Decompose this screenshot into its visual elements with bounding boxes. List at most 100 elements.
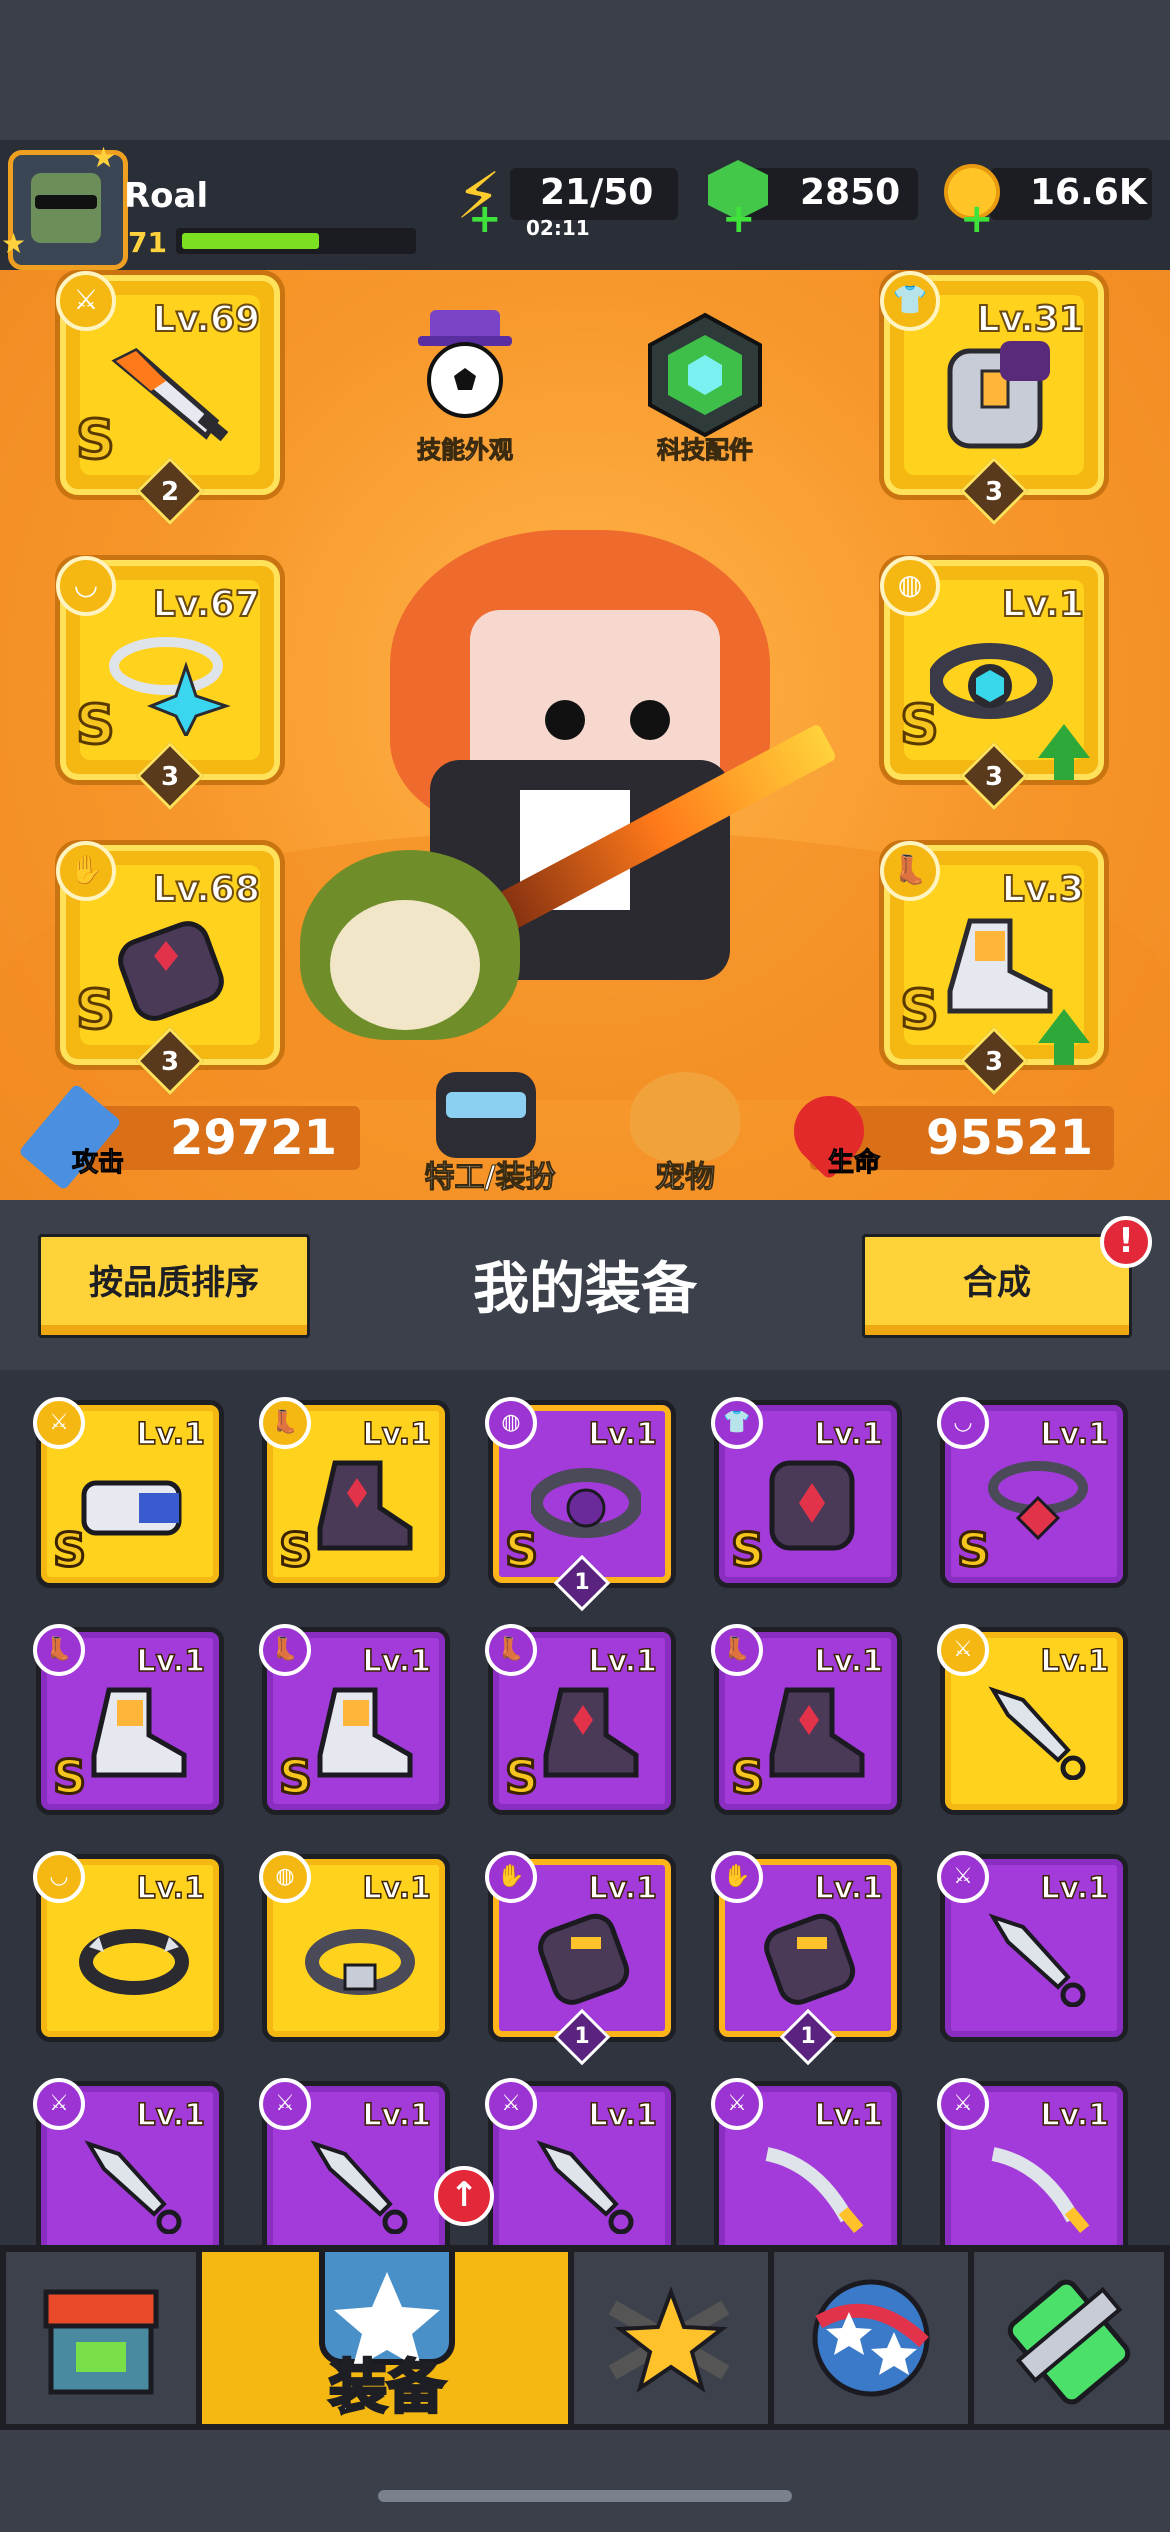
hp-label: 生命 <box>827 1148 881 1179</box>
item-art <box>305 1929 415 1995</box>
inventory-item[interactable]: 👢 Lv.1 S <box>33 1624 224 1815</box>
inventory-item[interactable]: ⚔ Lv.1 <box>711 2078 902 2245</box>
necklace-icon: ◡ <box>33 1851 85 1903</box>
item-count: 1 <box>800 2024 816 2049</box>
slot-count: 3 <box>984 762 1004 792</box>
inventory-item[interactable]: 👕 Lv.1 S <box>711 1397 902 1588</box>
tech-parts-label: 科技配件 <box>657 436 754 465</box>
item-art <box>317 1460 413 1551</box>
nav-tab-skills[interactable] <box>774 2252 968 2424</box>
pet-label[interactable]: 宠物 <box>630 1152 740 1196</box>
inventory-item[interactable]: ✋ Lv.1 1 <box>485 1851 676 2066</box>
boot-icon: 👢 <box>259 1397 311 1449</box>
necklace-icon: ◡ <box>937 1397 989 1449</box>
item-art <box>988 1913 1086 2007</box>
glove-icon: ✋ <box>56 841 116 901</box>
item-level: Lv.1 <box>136 1643 206 1680</box>
necklace-icon: ◡ <box>56 556 116 616</box>
nav-tab-battle[interactable] <box>574 2252 768 2424</box>
item-grade: S <box>277 1522 313 1579</box>
inventory-item[interactable]: ⚔ Lv.1 <box>937 1851 1128 2042</box>
skill-skin-button[interactable] <box>410 310 520 420</box>
boot-icon: 👢 <box>33 1624 85 1676</box>
equip-slot-necklace[interactable]: ◡ Lv.67 S 3 <box>56 556 280 810</box>
inventory-item[interactable]: 👢 Lv.1 S <box>485 1624 676 1815</box>
item-art <box>988 1686 1086 1780</box>
shirt-icon: 👕 <box>880 271 940 331</box>
item-count: 1 <box>574 2024 590 2049</box>
inventory-item[interactable]: ◍ Lv.1 <box>259 1851 450 2042</box>
item-grade: S <box>277 1749 313 1806</box>
item-grade: S <box>729 1749 765 1806</box>
inventory-item[interactable]: ◡ Lv.1 <box>33 1851 224 2042</box>
shirt-icon: 👕 <box>711 1397 763 1449</box>
status-bar <box>0 0 1170 140</box>
item-art <box>310 2140 408 2234</box>
slot-grade: S <box>899 977 941 1043</box>
item-grade: S <box>729 1522 765 1579</box>
inventory-item[interactable]: 👢 Lv.1 S <box>711 1624 902 1815</box>
star-icon: ★ <box>1 227 27 260</box>
nav-active-label: 装备 <box>327 2352 446 2423</box>
item-art <box>769 1687 865 1778</box>
equip-slot-armor[interactable]: 👕 Lv.31 3 <box>880 271 1104 525</box>
item-grade: S <box>51 1522 87 1579</box>
item-level: Lv.1 <box>1040 1416 1110 1453</box>
equip-slot-weapon[interactable]: ⚔ Lv.69 S 2 <box>56 271 280 525</box>
kunai-icon: ⚔ <box>937 1851 989 1903</box>
inventory-item[interactable]: ◡ Lv.1 S <box>937 1397 1128 1588</box>
item-level: Lv.1 <box>588 1643 658 1680</box>
inventory-item[interactable]: 👢 Lv.1 S <box>259 1624 450 1815</box>
slot-grade: S <box>75 692 117 758</box>
item-level: Lv.1 <box>136 2097 206 2134</box>
inventory-item[interactable]: ⚔ Lv.1 S <box>33 1397 224 1588</box>
home-indicator[interactable] <box>378 2490 792 2502</box>
item-level: Lv.1 <box>814 1416 884 1453</box>
inventory-item[interactable]: ✋ Lv.1 1 <box>711 1851 902 2066</box>
item-level: Lv.1 <box>1040 2097 1110 2134</box>
inventory-item[interactable]: 👢 Lv.1 S <box>259 1397 450 1588</box>
tech-parts-button[interactable] <box>640 310 770 440</box>
glove-art <box>118 921 224 1021</box>
inventory-item[interactable]: ⚔ Lv.1 <box>485 2078 676 2245</box>
nav-tab-lab[interactable] <box>974 2252 1164 2424</box>
slot-level: Lv.1 <box>1001 583 1085 626</box>
shiba-pet-icon[interactable] <box>630 1072 740 1162</box>
inventory-item[interactable]: ⚔ Lv.1 <box>937 2078 1128 2245</box>
inventory-item[interactable]: ⚔ Lv.1 <box>937 1624 1128 1815</box>
player-avatar[interactable]: ★ ★ <box>1 141 128 270</box>
soccer-ball-icon <box>418 310 512 418</box>
equip-slot-belt[interactable]: ◍ Lv.1 S 3 <box>880 556 1104 810</box>
craft-alert-badge: ! <box>1100 1216 1152 1268</box>
slot-count: 3 <box>984 1047 1004 1077</box>
item-count: 1 <box>574 1570 590 1595</box>
add-coins-icon[interactable]: + <box>960 196 994 242</box>
slot-count: 3 <box>984 477 1004 507</box>
player-name: Roal <box>124 176 209 216</box>
inventory-item[interactable]: ⚔ Lv.1 <box>259 2078 450 2245</box>
upgrade-arrow-icon <box>1038 724 1090 758</box>
craft-button[interactable]: 合成 <box>862 1234 1132 1338</box>
item-grade: S <box>955 1522 991 1579</box>
item-level: Lv.1 <box>136 1870 206 1907</box>
slot-level: Lv.69 <box>152 298 261 341</box>
kunai-icon: ⚔ <box>485 2078 537 2130</box>
agent-label[interactable]: 特工/装扮 <box>410 1152 570 1196</box>
avatar-glasses <box>35 195 97 209</box>
slot-grade: S <box>75 977 117 1043</box>
sort-by-quality-button[interactable]: 按品质排序 <box>38 1234 310 1338</box>
inventory-item[interactable]: ⚔ Lv.1 <box>33 2078 224 2245</box>
equip-slot-gloves[interactable]: ✋ Lv.68 S 3 <box>56 841 280 1095</box>
item-grade: S <box>51 1749 87 1806</box>
belt-icon: ◍ <box>880 556 940 616</box>
inventory-item[interactable]: ◍ Lv.1 S 1 <box>485 1397 676 1612</box>
slot-count: 3 <box>160 762 180 792</box>
nav-tab-shop[interactable] <box>6 2252 196 2424</box>
item-level: Lv.1 <box>814 2097 884 2134</box>
agent-visor <box>446 1092 526 1118</box>
add-gems-icon[interactable]: + <box>722 196 756 242</box>
slot-level: Lv.67 <box>152 583 261 626</box>
add-energy-icon[interactable]: + <box>468 196 502 242</box>
item-level: Lv.1 <box>814 1643 884 1680</box>
equip-slot-boots[interactable]: 👢 Lv.3 S 3 <box>880 841 1104 1095</box>
